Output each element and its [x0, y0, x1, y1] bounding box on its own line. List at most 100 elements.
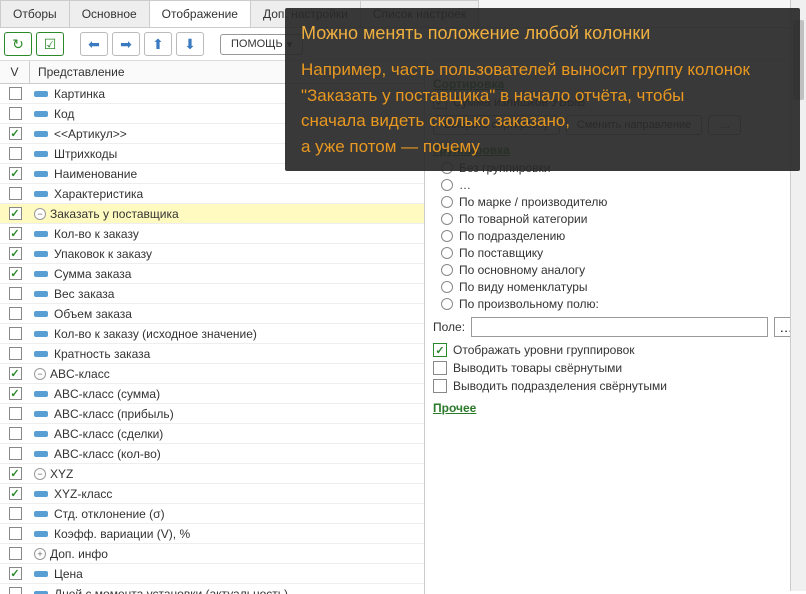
field-icon	[34, 251, 48, 257]
tree-row[interactable]: −ABC-класс	[0, 364, 424, 384]
radio-icon[interactable]	[441, 196, 453, 208]
tree-row[interactable]: −Заказать у поставщика	[0, 204, 424, 224]
tree-row[interactable]: Объем заказа	[0, 304, 424, 324]
collapse-icon[interactable]: −	[34, 208, 46, 220]
radio-icon[interactable]	[441, 213, 453, 225]
row-checkbox[interactable]	[9, 87, 22, 100]
tree-row[interactable]: Кол-во к заказу (исходное значение)	[0, 324, 424, 344]
row-checkbox[interactable]	[9, 547, 22, 560]
row-checkbox[interactable]	[9, 287, 22, 300]
radio-icon[interactable]	[441, 230, 453, 242]
tree-row[interactable]: −XYZ	[0, 464, 424, 484]
row-checkbox[interactable]	[9, 107, 22, 120]
row-checkbox[interactable]	[9, 167, 22, 180]
overlay-line-2: Например, часть пользователей выносит гр…	[301, 57, 784, 108]
tree-row[interactable]: ABC-класс (сумма)	[0, 384, 424, 404]
group-radio-row[interactable]: По товарной категории	[433, 212, 798, 226]
tree-row[interactable]: ABC-класс (прибыль)	[0, 404, 424, 424]
tab-2[interactable]: Отображение	[149, 0, 251, 27]
header-check: V	[0, 61, 30, 83]
tree-row[interactable]: Сумма заказа	[0, 264, 424, 284]
tab-1[interactable]: Основное	[69, 0, 150, 27]
row-label: Кратность заказа	[54, 347, 150, 361]
option-checkbox[interactable]	[433, 361, 447, 375]
tree-row[interactable]: Характеристика	[0, 184, 424, 204]
tab-0[interactable]: Отборы	[0, 0, 70, 27]
row-checkbox[interactable]	[9, 527, 22, 540]
expand-icon[interactable]: +	[34, 548, 46, 560]
collapse-icon[interactable]: −	[34, 468, 46, 480]
group-radio-row[interactable]: По произвольному полю:	[433, 297, 798, 311]
field-icon	[34, 91, 48, 97]
row-label: Наименование	[54, 167, 137, 181]
row-checkbox[interactable]	[9, 327, 22, 340]
display-option-row[interactable]: Отображать уровни группировок	[433, 343, 798, 357]
tree-row[interactable]: Упаковок к заказу	[0, 244, 424, 264]
row-checkbox[interactable]	[9, 227, 22, 240]
option-label: Выводить подразделения свёрнутыми	[453, 379, 667, 393]
row-checkbox[interactable]	[9, 147, 22, 160]
move-up-button[interactable]: ⬆	[144, 32, 172, 56]
move-right-button[interactable]: ➡	[112, 32, 140, 56]
collapse-icon[interactable]: −	[34, 368, 46, 380]
row-checkbox[interactable]	[9, 307, 22, 320]
display-option-row[interactable]: Выводить товары свёрнутыми	[433, 361, 798, 375]
row-checkbox[interactable]	[9, 407, 22, 420]
row-checkbox[interactable]	[9, 507, 22, 520]
move-down-button[interactable]: ⬇	[176, 32, 204, 56]
row-checkbox[interactable]	[9, 387, 22, 400]
radio-icon[interactable]	[441, 247, 453, 259]
row-checkbox[interactable]	[9, 467, 22, 480]
row-checkbox[interactable]	[9, 367, 22, 380]
group-radio-row[interactable]: По марке / производителю	[433, 195, 798, 209]
tree-row[interactable]: Цена	[0, 564, 424, 584]
help-overlay: Можно менять положение любой колонки Нап…	[285, 8, 800, 171]
option-checkbox[interactable]	[433, 343, 447, 357]
row-label: Стд. отклонение (σ)	[54, 507, 165, 521]
row-checkbox[interactable]	[9, 427, 22, 440]
row-label: Упаковок к заказу	[54, 247, 152, 261]
row-checkbox[interactable]	[9, 267, 22, 280]
tree-row[interactable]: Коэфф. вариации (V), %	[0, 524, 424, 544]
check-all-button[interactable]: ☑	[36, 32, 64, 56]
field-icon	[34, 411, 48, 417]
refresh-button[interactable]: ↻	[4, 32, 32, 56]
radio-icon[interactable]	[441, 298, 453, 310]
tree-row[interactable]: Кол-во к заказу	[0, 224, 424, 244]
radio-icon[interactable]	[441, 179, 453, 191]
group-radio-row[interactable]: По основному аналогу	[433, 263, 798, 277]
row-checkbox[interactable]	[9, 207, 22, 220]
tree-row[interactable]: Дней с момента установки (актуальность)	[0, 584, 424, 594]
row-checkbox[interactable]	[9, 447, 22, 460]
field-icon	[34, 231, 48, 237]
radio-icon[interactable]	[441, 281, 453, 293]
row-label: Цена	[54, 567, 83, 581]
group-radio-row[interactable]: По поставщику	[433, 246, 798, 260]
row-checkbox[interactable]	[9, 567, 22, 580]
group-radio-row[interactable]: По виду номенклатуры	[433, 280, 798, 294]
tree-row[interactable]: ABC-класс (кол-во)	[0, 444, 424, 464]
row-checkbox[interactable]	[9, 247, 22, 260]
radio-icon[interactable]	[441, 264, 453, 276]
tree-row[interactable]: XYZ-класс	[0, 484, 424, 504]
field-icon	[34, 511, 48, 517]
group-field-input[interactable]	[471, 317, 768, 337]
group-radio-row[interactable]: По подразделению	[433, 229, 798, 243]
row-checkbox[interactable]	[9, 127, 22, 140]
option-checkbox[interactable]	[433, 379, 447, 393]
tree-row[interactable]: Вес заказа	[0, 284, 424, 304]
option-label: Выводить товары свёрнутыми	[453, 361, 622, 375]
row-checkbox[interactable]	[9, 347, 22, 360]
overlay-line-1: Можно менять положение любой колонки	[301, 20, 784, 47]
tree-row[interactable]: Кратность заказа	[0, 344, 424, 364]
field-icon	[34, 311, 48, 317]
row-checkbox[interactable]	[9, 187, 22, 200]
tree-row[interactable]: ABC-класс (сделки)	[0, 424, 424, 444]
move-left-button[interactable]: ⬅	[80, 32, 108, 56]
row-checkbox[interactable]	[9, 487, 22, 500]
tree-row[interactable]: +Доп. инфо	[0, 544, 424, 564]
tree-row[interactable]: Стд. отклонение (σ)	[0, 504, 424, 524]
other-section-title[interactable]: Прочее	[433, 401, 798, 415]
group-radio-row[interactable]: …	[433, 178, 798, 192]
display-option-row[interactable]: Выводить подразделения свёрнутыми	[433, 379, 798, 393]
